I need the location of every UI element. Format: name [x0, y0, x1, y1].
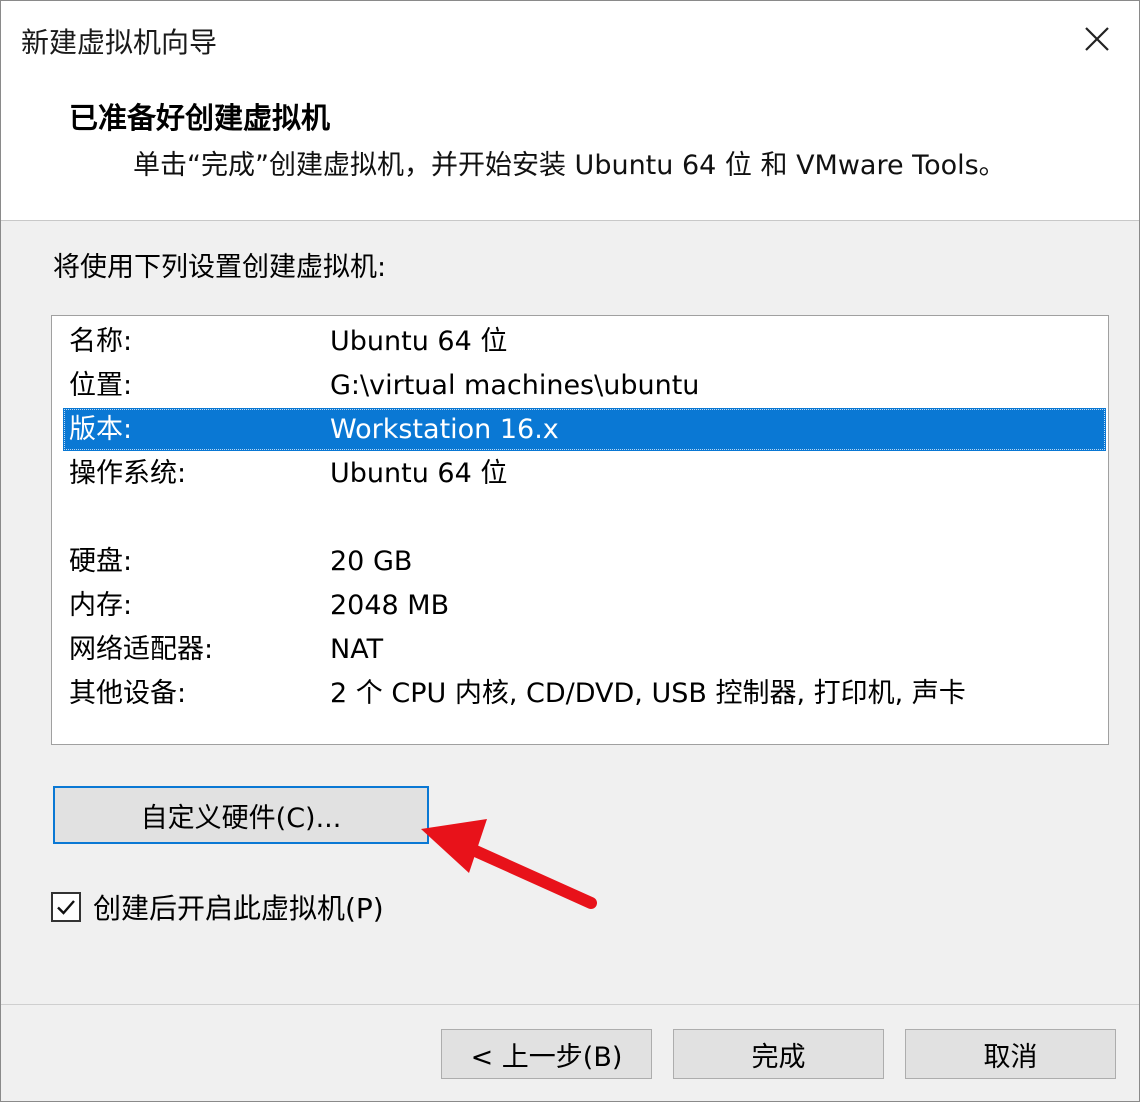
power-on-checkbox[interactable] [51, 892, 81, 922]
summary-value: Ubuntu 64 位 [330, 326, 508, 357]
summary-label: 操作系统: [69, 458, 187, 489]
summary-value: 2 个 CPU 内核, CD/DVD, USB 控制器, 打印机, 声卡 [330, 678, 966, 709]
summary-value: 20 GB [330, 546, 413, 577]
close-button[interactable] [1071, 15, 1123, 63]
summary-row-name[interactable]: 名称: Ubuntu 64 位 [63, 320, 1106, 363]
summary-row-version[interactable]: 版本: Workstation 16.x [63, 408, 1106, 451]
summary-intro: 将使用下列设置创建虚拟机: [53, 252, 387, 283]
summary-row-memory[interactable]: 内存: 2048 MB [63, 584, 1106, 627]
checkmark-icon [57, 900, 75, 915]
summary-label: 硬盘: [69, 546, 133, 577]
page-title: 已准备好创建虚拟机 [69, 101, 331, 135]
summary-label: 其他设备: [69, 678, 187, 709]
close-icon [1085, 27, 1109, 51]
cancel-button[interactable]: 取消 [905, 1029, 1116, 1079]
settings-summary-list[interactable]: 名称: Ubuntu 64 位 位置: G:\virtual machines\… [51, 315, 1109, 745]
summary-label: 名称: [69, 326, 133, 357]
summary-label: 版本: [69, 414, 133, 445]
summary-row-other-devices[interactable]: 其他设备: 2 个 CPU 内核, CD/DVD, USB 控制器, 打印机, … [63, 672, 1106, 715]
summary-row-os[interactable]: 操作系统: Ubuntu 64 位 [63, 452, 1106, 495]
power-on-after-create-option[interactable]: 创建后开启此虚拟机(P) [51, 887, 384, 927]
summary-label: 内存: [69, 590, 133, 621]
back-button[interactable]: < 上一步(B) [441, 1029, 652, 1079]
window-title: 新建虚拟机向导 [21, 26, 218, 59]
customize-hardware-button[interactable]: 自定义硬件(C)... [53, 786, 429, 844]
footer-divider [1, 1004, 1139, 1005]
summary-row-network[interactable]: 网络适配器: NAT [63, 628, 1106, 671]
power-on-label: 创建后开启此虚拟机(P) [93, 892, 384, 925]
summary-row-disk[interactable]: 硬盘: 20 GB [63, 540, 1106, 583]
wizard-window: 新建虚拟机向导 已准备好创建虚拟机 单击“完成”创建虚拟机，并开始安装 Ubun… [0, 0, 1140, 1102]
summary-value: G:\virtual machines\ubuntu [330, 370, 700, 401]
summary-value: 2048 MB [330, 590, 450, 621]
summary-row-location[interactable]: 位置: G:\virtual machines\ubuntu [63, 364, 1106, 407]
summary-value: Workstation 16.x [330, 414, 559, 445]
summary-label: 位置: [69, 370, 133, 401]
summary-label: 网络适配器: [69, 634, 214, 665]
page-subtitle: 单击“完成”创建虚拟机，并开始安装 Ubuntu 64 位 和 VMware T… [133, 150, 1006, 181]
header-panel: 新建虚拟机向导 已准备好创建虚拟机 单击“完成”创建虚拟机，并开始安装 Ubun… [1, 1, 1139, 221]
summary-value: Ubuntu 64 位 [330, 458, 508, 489]
summary-value: NAT [330, 634, 384, 665]
finish-button[interactable]: 完成 [673, 1029, 884, 1079]
